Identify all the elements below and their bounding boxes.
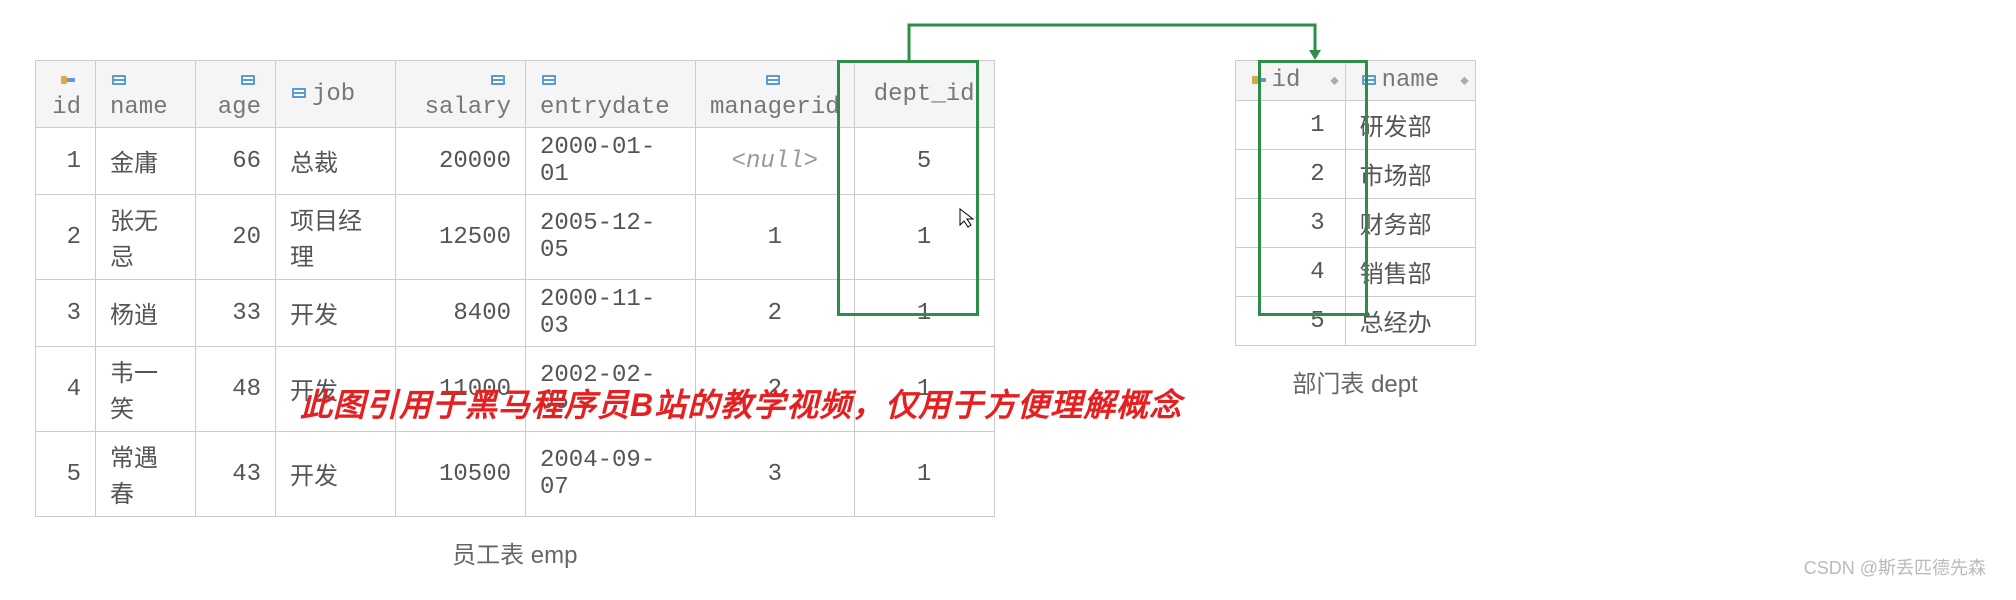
citation-note: 此图引用于黑马程序员B站的教学视频，仅用于方便理解概念 bbox=[300, 380, 1182, 426]
table-row[interactable]: 3财务部 bbox=[1235, 199, 1475, 248]
table-cell[interactable]: 2005-12-05 bbox=[526, 195, 696, 280]
table-cell[interactable]: 66 bbox=[196, 128, 276, 195]
dept-header-row: id ◆ name ◆ bbox=[1235, 61, 1475, 101]
primary-key-icon bbox=[59, 72, 77, 88]
table-cell[interactable]: 1 bbox=[854, 432, 994, 517]
table-cell[interactable]: 4 bbox=[36, 347, 96, 432]
table-row[interactable]: 2张无忌20项目经理125002005-12-0511 bbox=[36, 195, 995, 280]
table-cell[interactable]: 2000-11-03 bbox=[526, 280, 696, 347]
col-dept-name-label: name bbox=[1382, 67, 1440, 94]
table-cell[interactable]: 张无忌 bbox=[96, 195, 196, 280]
emp-header-row: id name age job salary entrydate manager… bbox=[36, 61, 995, 128]
watermark-text: CSDN @斯丢匹德先森 bbox=[1804, 554, 1986, 580]
table-cell[interactable]: 开发 bbox=[276, 280, 396, 347]
table-cell[interactable]: 1 bbox=[854, 280, 994, 347]
col-entrydate-label: entrydate bbox=[540, 94, 670, 121]
col-header-job[interactable]: job bbox=[276, 61, 396, 128]
table-cell[interactable]: 3 bbox=[696, 432, 855, 517]
col-header-id[interactable]: id bbox=[36, 61, 96, 128]
table-cell[interactable]: 2 bbox=[36, 195, 96, 280]
table-cell[interactable]: 2004-09-07 bbox=[526, 432, 696, 517]
table-cell[interactable]: 3 bbox=[1235, 199, 1345, 248]
col-header-age[interactable]: age bbox=[196, 61, 276, 128]
table-cell[interactable]: 5 bbox=[854, 128, 994, 195]
table-row[interactable]: 3杨逍33开发84002000-11-0321 bbox=[36, 280, 995, 347]
table-cell[interactable]: 总裁 bbox=[276, 128, 396, 195]
table-cell[interactable]: 8400 bbox=[396, 280, 526, 347]
table-cell[interactable]: 韦一笑 bbox=[96, 347, 196, 432]
column-icon bbox=[239, 72, 257, 88]
table-cell[interactable]: 4 bbox=[1235, 248, 1345, 297]
table-cell[interactable]: <null> bbox=[696, 128, 855, 195]
column-icon bbox=[290, 85, 308, 101]
dept-caption: 部门表 dept bbox=[1292, 364, 1417, 399]
col-header-name[interactable]: name bbox=[96, 61, 196, 128]
table-cell[interactable]: 销售部 bbox=[1345, 248, 1475, 297]
table-cell[interactable]: 12500 bbox=[396, 195, 526, 280]
table-row[interactable]: 2市场部 bbox=[1235, 150, 1475, 199]
fk-connector-line bbox=[907, 20, 1337, 65]
sort-icon[interactable]: ◆ bbox=[1460, 72, 1468, 89]
column-icon bbox=[489, 72, 507, 88]
table-row[interactable]: 5常遇春43开发105002004-09-0731 bbox=[36, 432, 995, 517]
table-cell[interactable]: 总经办 bbox=[1345, 297, 1475, 346]
col-job-label: job bbox=[312, 81, 355, 108]
sort-icon[interactable]: ◆ bbox=[1330, 72, 1338, 89]
table-row[interactable]: 5总经办 bbox=[1235, 297, 1475, 346]
column-icon bbox=[540, 72, 558, 88]
table-cell[interactable]: 杨逍 bbox=[96, 280, 196, 347]
col-header-dept-id[interactable]: id ◆ bbox=[1235, 61, 1345, 101]
table-cell[interactable]: 2000-01-01 bbox=[526, 128, 696, 195]
table-cell[interactable]: 2 bbox=[1235, 150, 1345, 199]
column-icon bbox=[1360, 72, 1378, 88]
table-row[interactable]: 4销售部 bbox=[1235, 248, 1475, 297]
col-name-label: name bbox=[110, 94, 168, 121]
table-cell[interactable]: 3 bbox=[36, 280, 96, 347]
table-cell[interactable]: 33 bbox=[196, 280, 276, 347]
table-cell[interactable]: 财务部 bbox=[1345, 199, 1475, 248]
col-managerid-label: managerid bbox=[710, 94, 840, 121]
table-cell[interactable]: 2 bbox=[696, 280, 855, 347]
table-cell[interactable]: 5 bbox=[1235, 297, 1345, 346]
table-cell[interactable]: 48 bbox=[196, 347, 276, 432]
table-row[interactable]: 1研发部 bbox=[1235, 101, 1475, 150]
column-icon bbox=[110, 72, 128, 88]
dept-table[interactable]: id ◆ name ◆ 1研发部2市场部3财务部4销售部5总经办 bbox=[1235, 60, 1476, 346]
emp-table[interactable]: id name age job salary entrydate manager… bbox=[35, 60, 995, 517]
column-icon bbox=[764, 72, 782, 88]
col-deptid-label: dept_id bbox=[874, 81, 975, 108]
table-cell[interactable]: 1 bbox=[854, 195, 994, 280]
table-cell[interactable]: 43 bbox=[196, 432, 276, 517]
table-cell[interactable]: 金庸 bbox=[96, 128, 196, 195]
table-cell[interactable]: 1 bbox=[696, 195, 855, 280]
col-header-managerid[interactable]: managerid bbox=[696, 61, 855, 128]
col-age-label: age bbox=[218, 94, 261, 121]
table-cell[interactable]: 项目经理 bbox=[276, 195, 396, 280]
col-salary-label: salary bbox=[425, 94, 511, 121]
table-cell[interactable]: 研发部 bbox=[1345, 101, 1475, 150]
col-id-label: id bbox=[52, 94, 81, 121]
col-header-deptid[interactable]: dept_id bbox=[854, 61, 994, 128]
col-dept-id-label: id bbox=[1272, 67, 1301, 94]
table-cell[interactable]: 5 bbox=[36, 432, 96, 517]
col-header-entrydate[interactable]: entrydate bbox=[526, 61, 696, 128]
table-cell[interactable]: 10500 bbox=[396, 432, 526, 517]
col-header-dept-name[interactable]: name ◆ bbox=[1345, 61, 1475, 101]
table-cell[interactable]: 开发 bbox=[276, 432, 396, 517]
table-cell[interactable]: 1 bbox=[36, 128, 96, 195]
table-row[interactable]: 1金庸66总裁200002000-01-01<null>5 bbox=[36, 128, 995, 195]
table-cell[interactable]: 常遇春 bbox=[96, 432, 196, 517]
primary-key-icon bbox=[1250, 72, 1268, 88]
table-cell[interactable]: 20 bbox=[196, 195, 276, 280]
table-cell[interactable]: 20000 bbox=[396, 128, 526, 195]
table-cell[interactable]: 1 bbox=[1235, 101, 1345, 150]
table-cell[interactable]: 市场部 bbox=[1345, 150, 1475, 199]
col-header-salary[interactable]: salary bbox=[396, 61, 526, 128]
emp-caption: 员工表 emp bbox=[452, 535, 577, 570]
